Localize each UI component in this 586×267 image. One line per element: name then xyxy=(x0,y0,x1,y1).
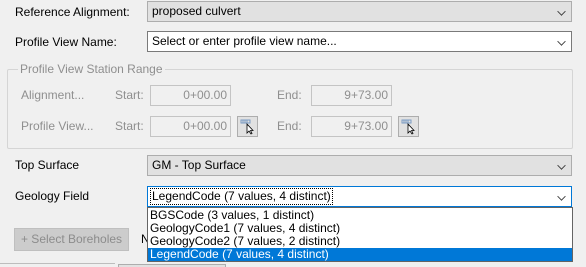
reference-alignment-label: Reference Alignment: xyxy=(15,5,130,19)
chevron-down-icon xyxy=(557,192,566,201)
profile-end-label: End: xyxy=(277,119,302,133)
alignment-end-field: 9+73.00 xyxy=(311,85,392,106)
pick-from-drawing-icon xyxy=(240,119,254,135)
geology-field-value: LegendCode (7 values, 4 distinct) xyxy=(150,188,333,205)
pick-from-drawing-icon xyxy=(401,119,415,135)
select-boreholes-button[interactable]: + Select Boreholes xyxy=(14,228,129,251)
top-surface-value: GM - Top Surface xyxy=(152,158,246,172)
reference-alignment-value: proposed culvert xyxy=(152,4,241,18)
station-range-title: Profile View Station Range xyxy=(18,62,165,76)
geology-field-options-list: BGSCode (3 values, 1 distinct) GeologyCo… xyxy=(147,207,573,262)
station-range-group xyxy=(7,69,573,149)
chevron-down-icon xyxy=(557,37,566,46)
alignment-end-label: End: xyxy=(277,88,302,102)
pick-profile-start-button[interactable] xyxy=(237,116,258,137)
profile-view-row-label: Profile View... xyxy=(21,119,94,133)
geology-field-label: Geology Field xyxy=(15,189,90,203)
alignment-start-field: 0+00.00 xyxy=(150,85,231,106)
top-surface-dropdown[interactable]: GM - Top Surface xyxy=(147,155,572,176)
alignment-start-label: Start: xyxy=(115,88,144,102)
profile-view-name-placeholder: Select or enter profile view name... xyxy=(152,34,337,48)
bottom-divider xyxy=(0,263,115,264)
reference-alignment-dropdown[interactable]: proposed culvert xyxy=(147,1,572,22)
alignment-row-label: Alignment... xyxy=(21,88,85,102)
chevron-down-icon xyxy=(557,7,566,16)
profile-view-name-combo[interactable]: Select or enter profile view name... xyxy=(147,31,572,52)
profile-end-field: 9+73.00 xyxy=(311,116,392,137)
geology-field-dropdown[interactable]: LegendCode (7 values, 4 distinct) xyxy=(147,186,572,207)
top-surface-label: Top Surface xyxy=(15,158,80,172)
geology-option-legendcode[interactable]: LegendCode (7 values, 4 distinct) xyxy=(148,248,572,261)
profile-start-field: 0+00.00 xyxy=(150,116,231,137)
pick-profile-end-button[interactable] xyxy=(398,116,419,137)
profile-view-name-label: Profile View Name: xyxy=(15,35,117,49)
chevron-down-icon xyxy=(557,161,566,170)
profile-start-label: Start: xyxy=(115,119,144,133)
